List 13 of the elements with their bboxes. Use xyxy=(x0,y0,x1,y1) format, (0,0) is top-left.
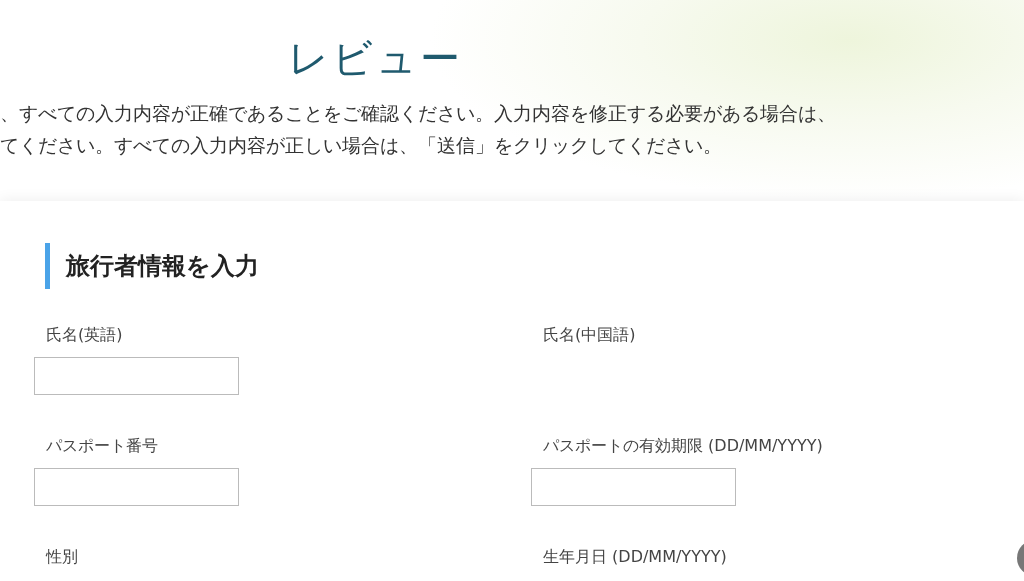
field-label: パスポート番号 xyxy=(46,436,158,456)
input-field[interactable] xyxy=(34,468,239,506)
field-label: 性別 xyxy=(46,547,78,567)
section-heading: 旅行者情報を入力 xyxy=(45,243,1024,289)
field-label: 氏名(英語) xyxy=(46,325,123,345)
page-title: レビュー xyxy=(288,34,464,83)
input-field[interactable] xyxy=(531,468,736,506)
input-field[interactable] xyxy=(34,357,239,395)
field-label: パスポートの有効期限 (DD/MM/YYYY) xyxy=(543,436,823,456)
field-label: 氏名(中国語) xyxy=(543,325,636,345)
field-label: 生年月日 (DD/MM/YYYY) xyxy=(543,547,727,567)
instruction-text: 、すべての入力内容が正確であることをご確認ください。入力内容を修正する必要がある場合は、 xyxy=(0,102,837,126)
instruction-text: てください。すべての入力内容が正しい場合は、「送信」をクリックしてください。 xyxy=(0,134,723,158)
